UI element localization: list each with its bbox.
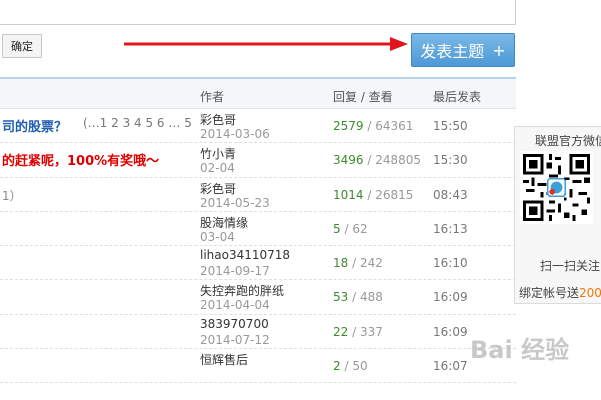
table-row: lihao34110718 2014-09-17 18 / 242 16:10 xyxy=(0,246,516,281)
table-row: 股海情缘 03-04 5 / 62 16:13 xyxy=(0,212,516,247)
reply-count: 2 xyxy=(333,359,341,374)
thread-author[interactable]: 失控奔跑的胖纸 xyxy=(200,282,284,299)
header-stats: 回复 / 查看 xyxy=(333,90,393,104)
reply-count: 5 xyxy=(333,221,341,236)
thread-date: 2014-05-23 xyxy=(200,195,270,210)
reply-count: 22 xyxy=(333,324,349,339)
reply-count: 1014 xyxy=(333,187,364,202)
thread-author[interactable]: 383970700 xyxy=(200,317,269,331)
thread-table: 作者 回复 / 查看 最后发表 司的股票？ (…1 2 3 4 5 6 … 5 … xyxy=(0,77,516,400)
qr-code-icon xyxy=(520,151,593,224)
table-row: 1） 彩色哥 2014-05-23 1014 / 26815 08:43 xyxy=(0,178,516,212)
view-count: 50 xyxy=(352,359,368,374)
table-header: 作者 回复 / 查看 最后发表 xyxy=(0,79,516,109)
thread-stats: 18 / 242 xyxy=(333,256,383,271)
thread-author[interactable]: 恒辉售后 xyxy=(200,351,248,368)
view-count: 337 xyxy=(359,324,383,339)
view-count: 248805 xyxy=(375,153,422,168)
last-post-time[interactable]: 16:13 xyxy=(433,222,468,236)
post-topic-label: 发表主题 xyxy=(420,42,485,61)
thread-author[interactable]: 彩色哥 xyxy=(200,180,236,197)
page-count: 1） xyxy=(2,188,22,203)
thread-date: 2014-09-17 xyxy=(200,264,270,279)
scan-follow-text: 扫一扫关注 xyxy=(540,259,601,273)
thread-author[interactable]: lihao34110718 xyxy=(200,248,290,262)
bind-text: 绑定帐号送 xyxy=(519,286,580,300)
reply-count: 2579 xyxy=(333,119,364,133)
wechat-sidebar: 联盟官方微信 扫一扫关注 绑定帐号送200 xyxy=(514,126,601,304)
bind-account-text: 绑定帐号送200 xyxy=(519,284,601,301)
last-post-time[interactable]: 08:43 xyxy=(433,188,468,202)
top-panel xyxy=(0,0,516,25)
view-count: 242 xyxy=(359,256,383,271)
table-row: 失控奔跑的胖纸 2014-04-04 53 / 488 16:09 xyxy=(0,280,516,315)
thread-date: 02-04 xyxy=(200,161,235,176)
thread-date: 2014-07-12 xyxy=(200,332,270,347)
thread-stats: 22 / 337 xyxy=(333,324,383,339)
post-topic-button[interactable]: 发表主题 + xyxy=(411,33,515,67)
header-author: 作者 xyxy=(200,90,225,104)
thread-stats: 1014 / 26815 xyxy=(333,187,414,202)
thread-stats: 3496 / 248805 xyxy=(333,153,422,168)
confirm-button[interactable]: 确定 xyxy=(2,34,42,58)
thread-date: 2014-03-06 xyxy=(200,127,270,141)
thread-date: 03-04 xyxy=(200,229,235,244)
table-row: 的赶紧呢，100%有奖哦～ 竹小青 02-04 3496 / 248805 15… xyxy=(0,143,516,178)
view-count: 64361 xyxy=(375,119,414,133)
thread-stats: 2 / 50 xyxy=(333,359,368,374)
view-count: 488 xyxy=(359,290,383,305)
thread-stats: 2579 / 64361 xyxy=(333,119,414,133)
reply-count: 53 xyxy=(333,290,349,305)
last-post-time[interactable]: 15:30 xyxy=(433,153,468,167)
red-arrow-annotation xyxy=(124,37,408,51)
bind-highlight: 200 xyxy=(579,286,601,300)
last-post-time[interactable]: 16:10 xyxy=(433,256,468,270)
last-post-time[interactable]: 15:50 xyxy=(433,119,468,133)
view-count: 62 xyxy=(352,221,368,236)
reply-count: 18 xyxy=(333,256,349,271)
forum-page: 确定 发表主题 + 作者 回复 / 查看 最后发表 司的股票？ (…1 2 3 … xyxy=(0,0,601,400)
header-last-post: 最后发表 xyxy=(433,90,482,104)
thread-author[interactable]: 股海情缘 xyxy=(200,214,248,231)
page-links[interactable]: (…1 2 3 4 5 6 … 5 xyxy=(83,116,192,130)
sidebar-title: 联盟官方微信 xyxy=(535,134,601,148)
last-post-time[interactable]: 16:07 xyxy=(433,359,468,373)
plus-icon: + xyxy=(492,40,506,60)
thread-title-link[interactable]: 司的股票？ xyxy=(2,116,67,135)
thread-date: 2014-04-04 xyxy=(200,298,270,313)
table-row: 司的股票？ (…1 2 3 4 5 6 … 5 彩色哥 2014-03-06 2… xyxy=(0,109,516,144)
last-post-time[interactable]: 16:09 xyxy=(433,290,468,304)
thread-author[interactable]: 竹小青 xyxy=(200,145,236,162)
table-row: 恒辉售后 2 / 50 16:07 xyxy=(0,349,516,384)
thread-author[interactable]: 彩色哥 xyxy=(200,111,236,128)
table-row: 383970700 2014-07-12 22 / 337 16:09 xyxy=(0,315,516,350)
thread-stats: 53 / 488 xyxy=(333,290,383,305)
view-count: 26815 xyxy=(375,187,414,202)
baidu-watermark: Bai 经验 xyxy=(470,336,570,364)
thread-stats: 5 / 62 xyxy=(333,221,368,236)
last-post-time[interactable]: 16:09 xyxy=(433,325,468,339)
reply-count: 3496 xyxy=(333,153,364,168)
thread-title-link[interactable]: 的赶紧呢，100%有奖哦～ xyxy=(2,150,159,169)
